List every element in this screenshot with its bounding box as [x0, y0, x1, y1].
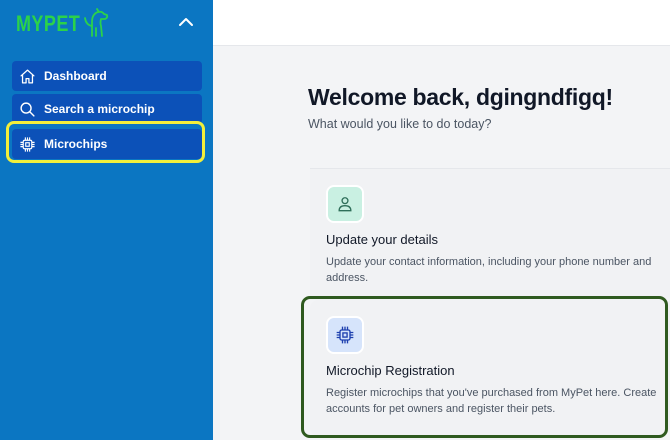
- card-title: Update your details: [326, 232, 439, 247]
- chip-icon: [19, 136, 36, 153]
- user-icon: [326, 185, 364, 223]
- search-icon: [19, 101, 36, 118]
- page-subtitle: What would you like to do today?: [308, 117, 492, 131]
- sidebar-item-label: Microchips: [44, 137, 108, 151]
- card-description: Register microchips that you've purchase…: [326, 387, 657, 415]
- top-bar: [213, 0, 670, 46]
- chip-icon: [326, 316, 364, 354]
- sidebar-item-label: Search a microchip: [44, 102, 155, 116]
- update-details-card[interactable]: Update your details Update your contact …: [310, 168, 670, 298]
- card-title: Microchip Registration: [326, 363, 455, 378]
- sidebar-item-dashboard[interactable]: Dashboard: [12, 61, 202, 91]
- sidebar-item-search-microchip[interactable]: Search a microchip: [12, 94, 202, 124]
- home-icon: [19, 68, 36, 85]
- chevron-up-icon[interactable]: [176, 12, 196, 32]
- sidebar-item-microchips[interactable]: Microchips: [12, 129, 202, 159]
- page-title: Welcome back, dgingndfigq!: [308, 84, 613, 110]
- sidebar-nav: Dashboard Search a microchip Microchips: [12, 61, 202, 162]
- dog-icon: [84, 8, 109, 37]
- brand-name: MYPET: [16, 11, 81, 36]
- brand-logo[interactable]: MYPET: [16, 8, 109, 38]
- sidebar: MYPET Dashboard Search a microchip Micro…: [0, 0, 213, 440]
- microchip-registration-card[interactable]: Microchip Registration Register microchi…: [310, 300, 670, 436]
- sidebar-item-label: Dashboard: [44, 69, 107, 83]
- card-description: Update your contact information, includi…: [326, 256, 652, 284]
